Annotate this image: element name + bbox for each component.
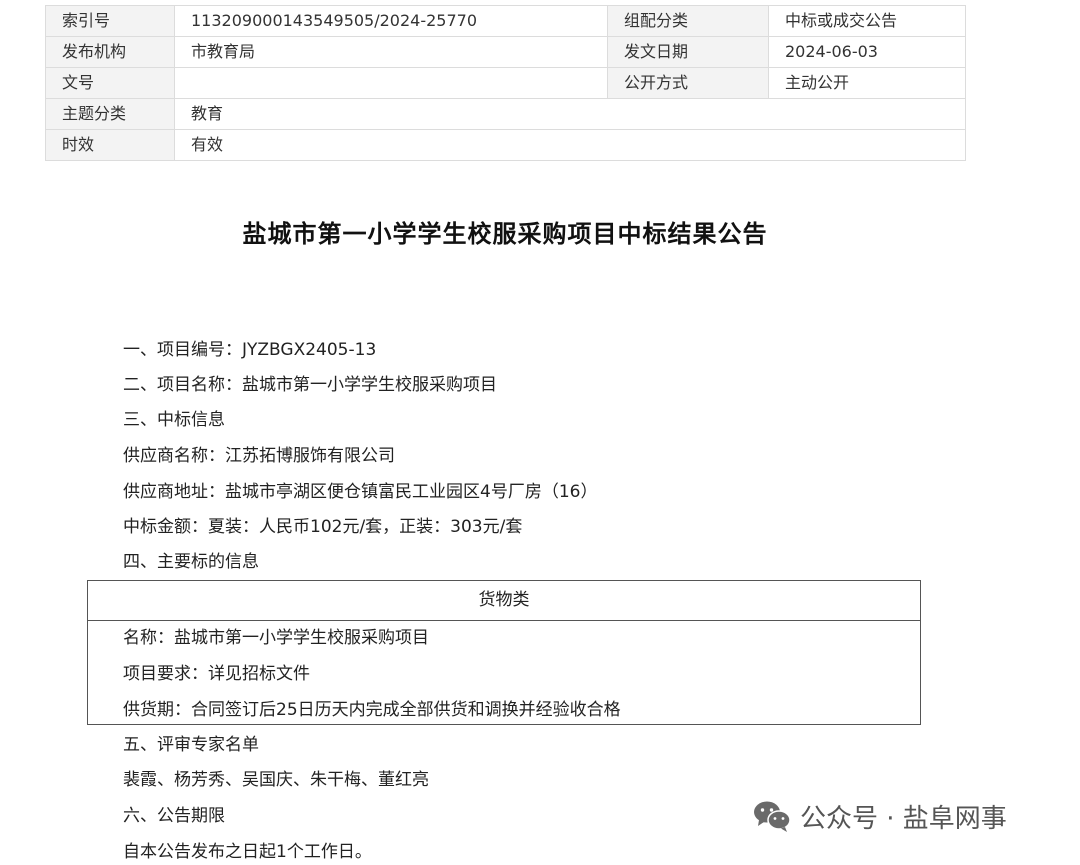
meta-label-category: 组配分类 [607, 5, 769, 37]
notice-period-text: 自本公告发布之日起1个工作日。 [123, 842, 372, 862]
meta-value-category: 中标或成交公告 [768, 5, 966, 37]
document-title: 盐城市第一小学学生校服采购项目中标结果公告 [242, 219, 768, 248]
meta-label-topic: 主题分类 [45, 98, 175, 130]
meta-label-index: 索引号 [45, 5, 175, 37]
section-experts-heading: 五、评审专家名单 [123, 735, 259, 755]
meta-value-publisher: 市教育局 [174, 36, 608, 68]
section-notice-period-heading: 六、公告期限 [123, 806, 225, 826]
section-project-name: 二、项目名称：盐城市第一小学学生校服采购项目 [123, 375, 497, 395]
meta-label-docno: 文号 [45, 67, 175, 99]
award-amount: 中标金额：夏装：人民币102元/套，正装：303元/套 [123, 517, 523, 537]
meta-value-disclosure: 主动公开 [768, 67, 966, 99]
meta-row-docno: 文号 公开方式 主动公开 [45, 67, 966, 99]
meta-row-publisher: 发布机构 市教育局 发文日期 2024-06-03 [45, 36, 966, 68]
meta-row-index: 索引号 113209000143549505/2024-25770 组配分类 中… [45, 5, 966, 37]
goods-info-box: 货物类 名称：盐城市第一小学学生校服采购项目 项目要求：详见招标文件 供货期：合… [87, 580, 921, 725]
meta-value-topic: 教育 [174, 98, 966, 130]
section-main-subject-heading: 四、主要标的信息 [123, 552, 259, 572]
meta-value-index: 113209000143549505/2024-25770 [174, 5, 608, 37]
experts-list: 裴霞、杨芳秀、吴国庆、朱干梅、董红亮 [123, 770, 429, 790]
meta-value-docno [174, 67, 608, 99]
supplier-address: 供应商地址：盐城市亭湖区便仓镇富民工业园区4号厂房（16） [123, 482, 598, 502]
meta-value-date: 2024-06-03 [768, 36, 966, 68]
meta-label-disclosure: 公开方式 [607, 67, 769, 99]
supplier-name: 供应商名称：江苏拓博服饰有限公司 [123, 446, 395, 466]
goods-requirement: 项目要求：详见招标文件 [123, 664, 310, 684]
meta-row-topic: 主题分类 教育 [45, 98, 966, 130]
goods-delivery-period: 供货期：合同签订后25日历天内完成全部供货和调换并经验收合格 [123, 700, 621, 720]
account-watermark: 公众号 · 盐阜网事 [752, 798, 1007, 834]
section-project-number: 一、项目编号：JYZBGX2405-13 [123, 340, 377, 360]
meta-value-validity: 有效 [174, 129, 966, 161]
watermark-text: 公众号 · 盐阜网事 [800, 803, 1007, 834]
goods-box-header: 货物类 [88, 581, 920, 621]
section-award-info-heading: 三、中标信息 [123, 410, 225, 430]
meta-label-validity: 时效 [45, 129, 175, 161]
wechat-icon [754, 801, 791, 832]
goods-name: 名称：盐城市第一小学学生校服采购项目 [123, 628, 429, 648]
meta-row-validity: 时效 有效 [45, 129, 966, 161]
metadata-table: 索引号 113209000143549505/2024-25770 组配分类 中… [45, 5, 966, 161]
meta-label-date: 发文日期 [607, 36, 769, 68]
meta-label-publisher: 发布机构 [45, 36, 175, 68]
